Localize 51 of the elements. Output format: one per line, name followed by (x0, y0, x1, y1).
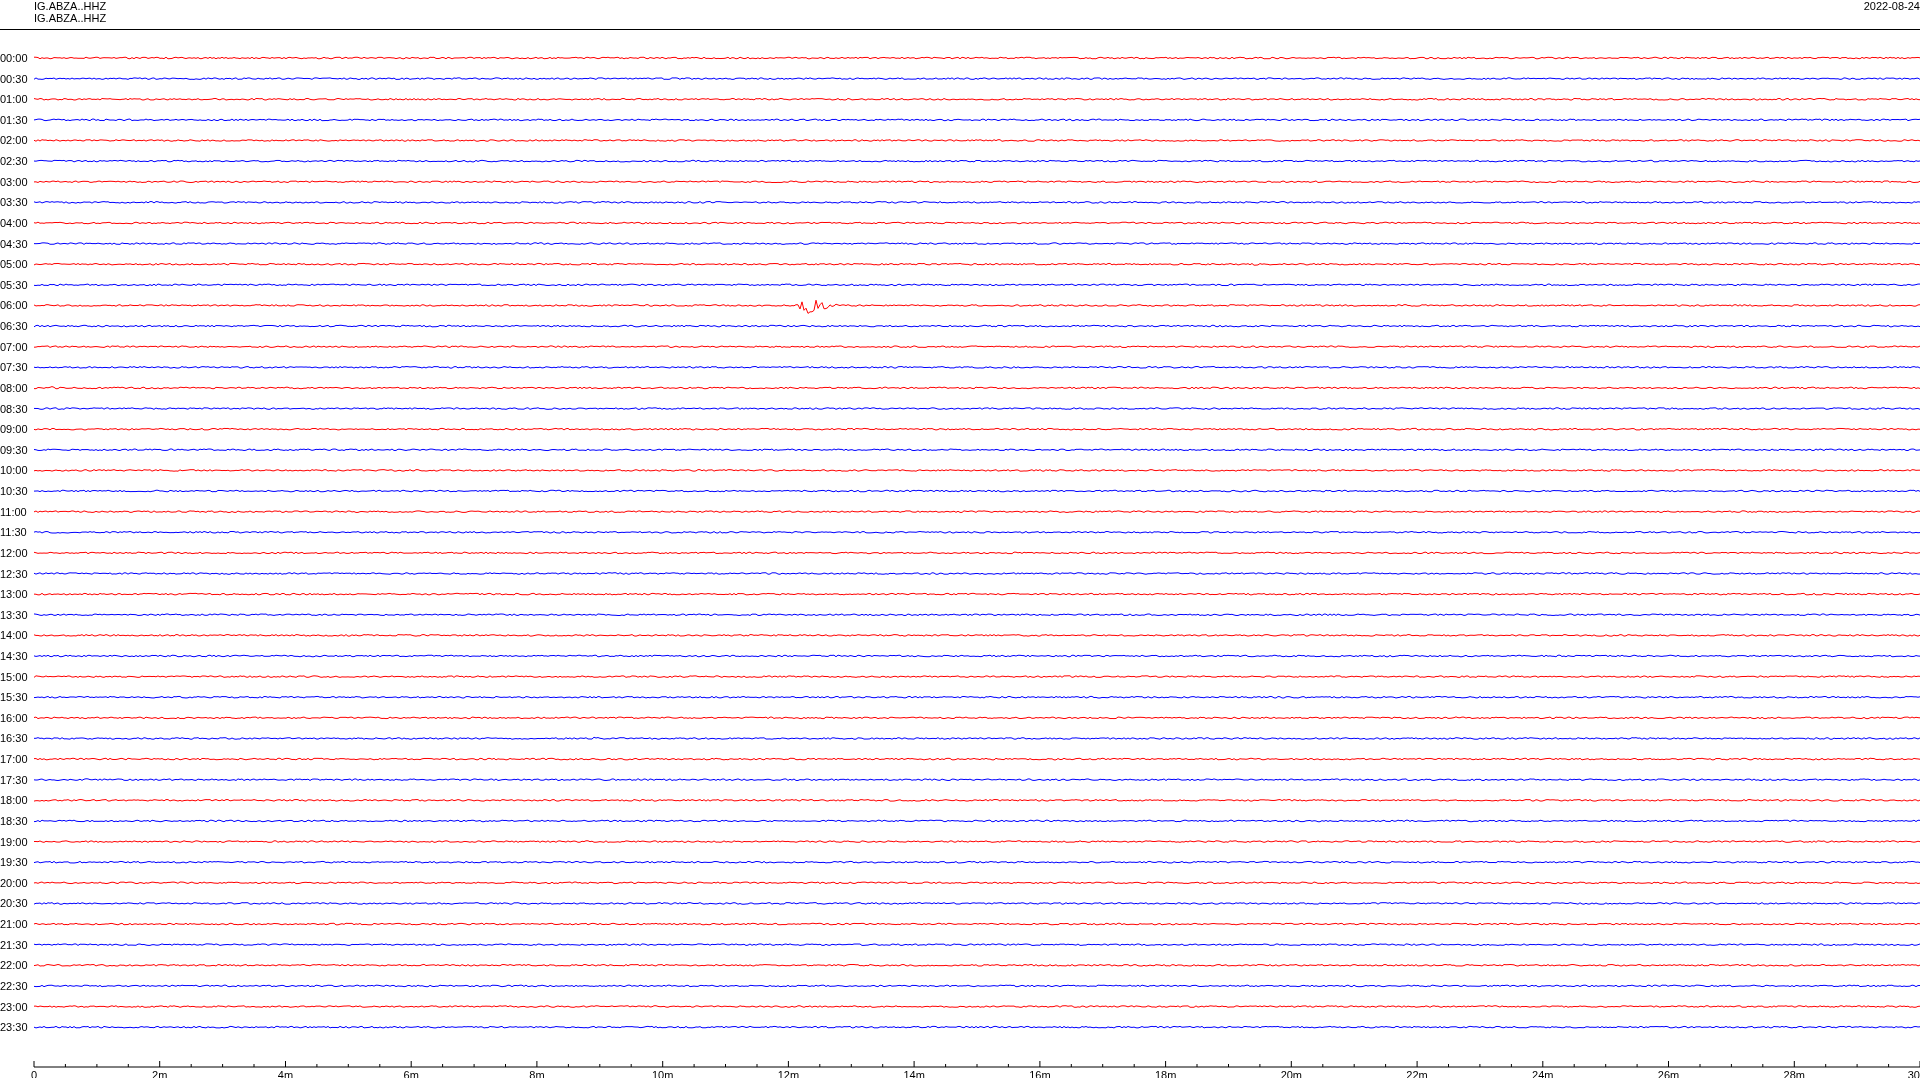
time-label: 05:30 (0, 278, 28, 291)
time-label: 12:00 (0, 546, 28, 559)
time-label: 21:00 (0, 918, 28, 931)
time-label: 23:00 (0, 1000, 28, 1013)
time-label: 20:00 (0, 876, 28, 889)
time-label: 01:30 (0, 113, 28, 126)
time-label: 18:00 (0, 794, 28, 807)
time-label: 20:30 (0, 897, 28, 910)
time-label: 19:30 (0, 856, 28, 869)
time-label: 15:00 (0, 670, 28, 683)
time-label: 08:30 (0, 402, 28, 415)
station-label: IG.ABZA..HHZ (34, 0, 107, 12)
time-label: 08:00 (0, 381, 28, 394)
time-label: 13:30 (0, 608, 28, 621)
time-label: 15:30 (0, 691, 28, 704)
time-label: 00:00 (0, 52, 28, 64)
time-label: 11:00 (0, 505, 27, 518)
time-label: 06:30 (0, 320, 28, 333)
time-label: 09:30 (0, 443, 28, 456)
time-label: 19:00 (0, 835, 28, 848)
date-label: 2022-08-24 (1863, 0, 1920, 12)
time-label: 05:00 (0, 258, 28, 271)
time-label: 01:00 (0, 93, 28, 106)
time-label: 02:30 (0, 155, 28, 168)
time-label: 12:30 (0, 567, 28, 580)
time-label: 06:00 (0, 299, 28, 312)
time-label: 17:00 (0, 753, 28, 766)
time-label: 16:30 (0, 732, 28, 745)
time-label: 07:30 (0, 361, 28, 374)
time-label: 21:30 (0, 938, 28, 951)
time-label: 04:00 (0, 216, 28, 229)
time-label: 22:30 (0, 979, 28, 992)
time-label: 14:30 (0, 650, 28, 662)
time-label: 03:00 (0, 175, 28, 188)
time-label: 10:30 (0, 485, 28, 497)
time-label: 16:00 (0, 711, 28, 724)
time-label: 03:30 (0, 196, 28, 209)
time-label: 09:00 (0, 423, 28, 436)
time-label: 00:30 (0, 72, 28, 85)
time-label: 14:00 (0, 629, 28, 642)
time-label: 04:30 (0, 237, 28, 250)
time-label: 23:30 (0, 1021, 28, 1034)
station-label: IG.ABZA..HHZ (34, 12, 107, 24)
time-label: 11:30 (0, 526, 27, 539)
time-label: 17:30 (0, 773, 28, 786)
time-label: 07:00 (0, 340, 28, 353)
time-label: 18:30 (0, 814, 28, 827)
time-label: 02:00 (0, 134, 28, 147)
time-label: 10:00 (0, 464, 28, 477)
time-label: 13:00 (0, 588, 28, 601)
time-label: 22:00 (0, 959, 28, 972)
